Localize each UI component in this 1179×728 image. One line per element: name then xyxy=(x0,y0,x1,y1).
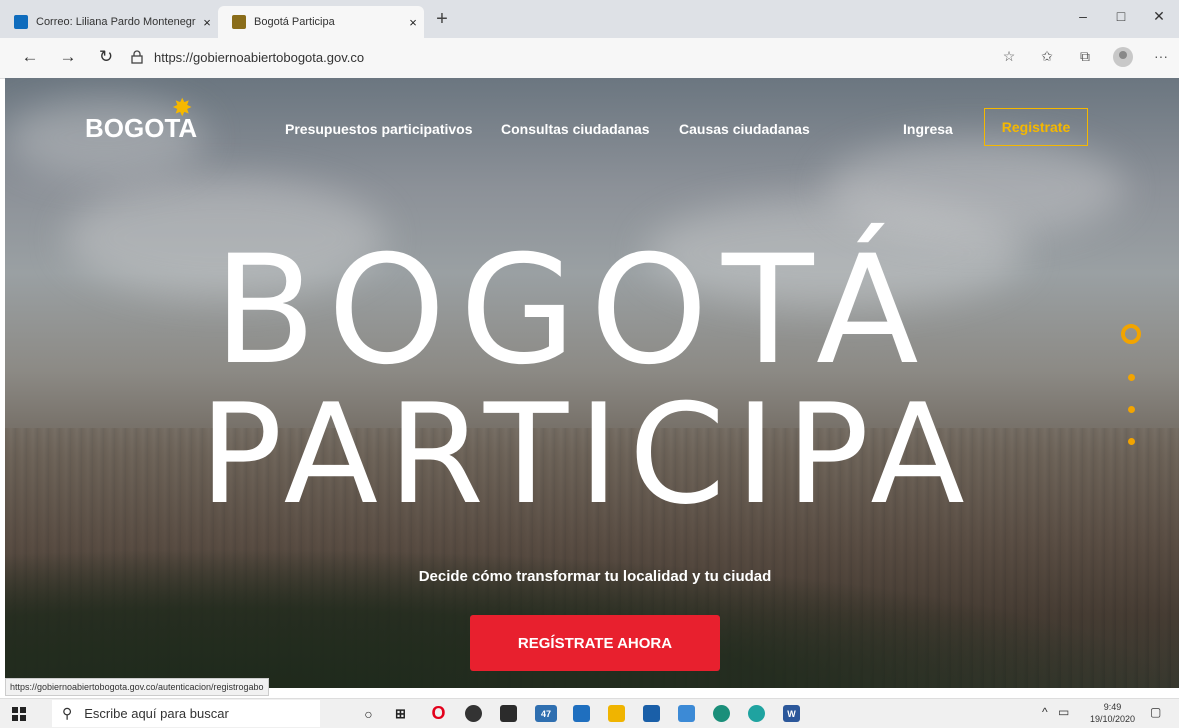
tab-bogota-participa[interactable]: Bogotá Participa × xyxy=(218,6,424,38)
clock-time: 9:49 xyxy=(1103,702,1122,712)
url-text: https://gobiernoabiertobogota.gov.co xyxy=(154,49,365,65)
nav-presupuestos[interactable]: Presupuestos participativos xyxy=(285,121,473,137)
slider-dot[interactable] xyxy=(1128,374,1135,381)
close-tab-icon[interactable]: × xyxy=(402,15,424,30)
mail-badge: 47 xyxy=(540,708,551,719)
hero-section: BOGOTA ✸ Presupuestos participativos Con… xyxy=(5,78,1179,688)
register-button[interactable]: Registrate xyxy=(984,108,1088,146)
edge-icon[interactable] xyxy=(748,705,765,722)
bogota-shield-icon xyxy=(232,15,246,29)
close-tab-icon[interactable]: × xyxy=(196,15,218,30)
tab-title: Correo: Liliana Pardo Montenegr xyxy=(36,16,196,28)
login-link[interactable]: Ingresa xyxy=(903,121,953,137)
new-tab-button[interactable]: + xyxy=(430,8,454,31)
profile-icon[interactable] xyxy=(1113,47,1133,67)
bogota-logo[interactable]: BOGOTA ✸ xyxy=(85,95,197,144)
task-view-icon[interactable]: ⊞ xyxy=(392,705,409,722)
browser-tab-bar: Correo: Liliana Pardo Montenegr × Bogotá… xyxy=(0,0,1179,38)
maximize-button[interactable]: □ xyxy=(1106,8,1136,24)
nav-causas[interactable]: Causas ciudadanas xyxy=(679,121,810,137)
chevron-up-icon[interactable]: ^ xyxy=(1042,705,1048,719)
headline-line2: PARTICIPA xyxy=(199,374,975,535)
forward-button[interactable]: → xyxy=(56,47,80,67)
back-button[interactable]: ← xyxy=(18,47,42,67)
network-icon[interactable]: ▭ xyxy=(1058,705,1069,719)
opera-icon[interactable]: O xyxy=(430,703,447,723)
word-icon[interactable]: W xyxy=(783,705,800,722)
app-icon[interactable] xyxy=(573,705,590,722)
favorite-star-icon[interactable]: ☆ xyxy=(998,48,1020,65)
windows-start-icon[interactable] xyxy=(12,707,26,721)
search-icon: ⚲ xyxy=(62,705,73,721)
notifications-icon[interactable]: ▢ xyxy=(1150,705,1161,719)
hero-tagline: Decide cómo transformar tu localidad y t… xyxy=(418,568,772,585)
slider-dot-active[interactable] xyxy=(1121,324,1141,344)
favorites-list-icon[interactable]: ✩ xyxy=(1036,48,1058,65)
store-icon[interactable] xyxy=(500,705,517,722)
status-url: https://gobiernoabiertobogota.gov.co/aut… xyxy=(5,678,269,696)
mail-icon[interactable]: 47 xyxy=(535,705,557,722)
calculator-icon[interactable] xyxy=(678,705,695,722)
edge-icon[interactable] xyxy=(713,705,730,722)
register-now-button[interactable]: REGÍSTRATE AHORA xyxy=(470,615,720,671)
photos-icon[interactable] xyxy=(643,705,660,722)
system-clock[interactable]: 9:49 19/10/2020 xyxy=(1090,701,1135,725)
clock-date: 19/10/2020 xyxy=(1090,714,1136,724)
headline-line1: BOGOTÁ xyxy=(213,224,933,398)
minimize-button[interactable]: – xyxy=(1068,8,1098,24)
outlook-icon xyxy=(14,15,28,29)
nav-consultas[interactable]: Consultas ciudadanas xyxy=(501,121,650,137)
slider-dot[interactable] xyxy=(1128,438,1135,445)
refresh-button[interactable]: ↻ xyxy=(94,47,118,67)
address-bar[interactable]: https://gobiernoabiertobogota.gov.co xyxy=(130,44,990,70)
search-placeholder: Escribe aquí para buscar xyxy=(84,706,229,721)
more-icon[interactable]: ··· xyxy=(1150,48,1172,64)
tab-outlook-mail[interactable]: Correo: Liliana Pardo Montenegr × xyxy=(0,6,218,38)
collections-icon[interactable]: ⧉ xyxy=(1074,48,1096,65)
app-icon[interactable] xyxy=(465,705,482,722)
browser-toolbar: ← → ↻ https://gobiernoabiertobogota.gov.… xyxy=(0,38,1179,79)
cortana-icon[interactable]: ○ xyxy=(360,705,377,722)
lock-icon xyxy=(130,49,144,65)
logo-star-icon: ✸ xyxy=(173,95,192,120)
slider-dot[interactable] xyxy=(1128,406,1135,413)
windows-taskbar: ⚲ Escribe aquí para buscar ○ ⊞ O 47 W ^ … xyxy=(0,698,1179,728)
taskbar-search[interactable]: ⚲ Escribe aquí para buscar xyxy=(52,700,320,727)
close-window-button[interactable]: ✕ xyxy=(1144,8,1174,25)
tab-title: Bogotá Participa xyxy=(254,16,335,28)
file-explorer-icon[interactable] xyxy=(608,705,625,722)
